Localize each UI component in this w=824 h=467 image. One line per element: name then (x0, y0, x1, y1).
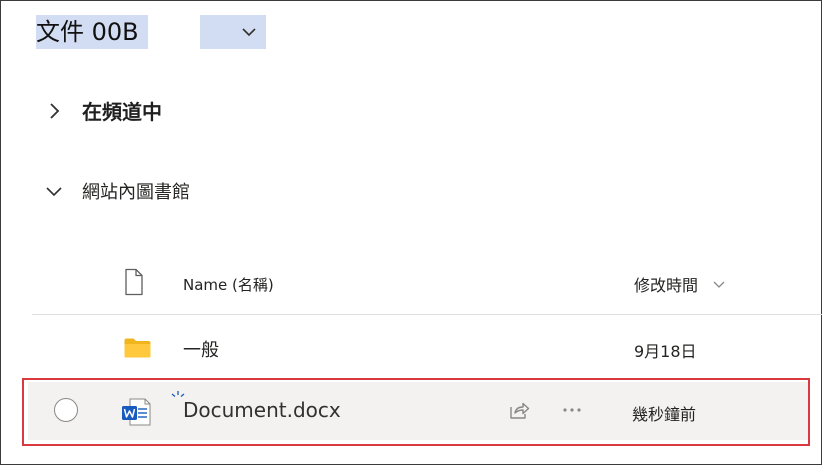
column-header-modified-label: 修改時間 (634, 276, 699, 295)
table-row[interactable]: Document.docx 幾秒鐘前 (28, 382, 808, 440)
column-header-name[interactable]: Name (名稱) (183, 274, 274, 295)
table-row[interactable]: 一般 9月18日 (32, 318, 822, 376)
file-name[interactable]: Document.docx (183, 398, 341, 422)
document-icon[interactable] (122, 268, 146, 296)
radio-circle-icon[interactable] (54, 398, 78, 422)
section-in-channel[interactable]: 在頻道中 (44, 96, 162, 125)
section-site-libraries[interactable]: 網站內圖書館 (44, 178, 190, 204)
column-header-modified[interactable]: 修改時間 (634, 272, 726, 296)
word-document-icon (122, 398, 151, 426)
chevron-right-icon[interactable] (44, 101, 64, 121)
section-site-libraries-label: 網站內圖書館 (82, 182, 190, 203)
modified-date: 幾秒鐘前 (632, 405, 697, 424)
chevron-down-icon[interactable] (240, 23, 258, 41)
section-in-channel-label: 在頻道中 (82, 100, 162, 124)
share-icon[interactable] (508, 399, 530, 421)
file-list-header: Name (名稱) 修改時間 (32, 262, 822, 308)
file-name[interactable]: 一般 (183, 336, 219, 362)
chevron-down-icon[interactable] (44, 181, 64, 201)
more-options-icon[interactable] (560, 399, 584, 421)
library-title-dropdown[interactable]: 文件 00B (36, 15, 266, 49)
header-divider (32, 314, 822, 315)
modified-date: 9月18日 (634, 342, 697, 361)
folder-icon (124, 338, 151, 358)
page-title: 文件 00B (36, 18, 139, 46)
chevron-down-icon[interactable] (712, 277, 726, 291)
